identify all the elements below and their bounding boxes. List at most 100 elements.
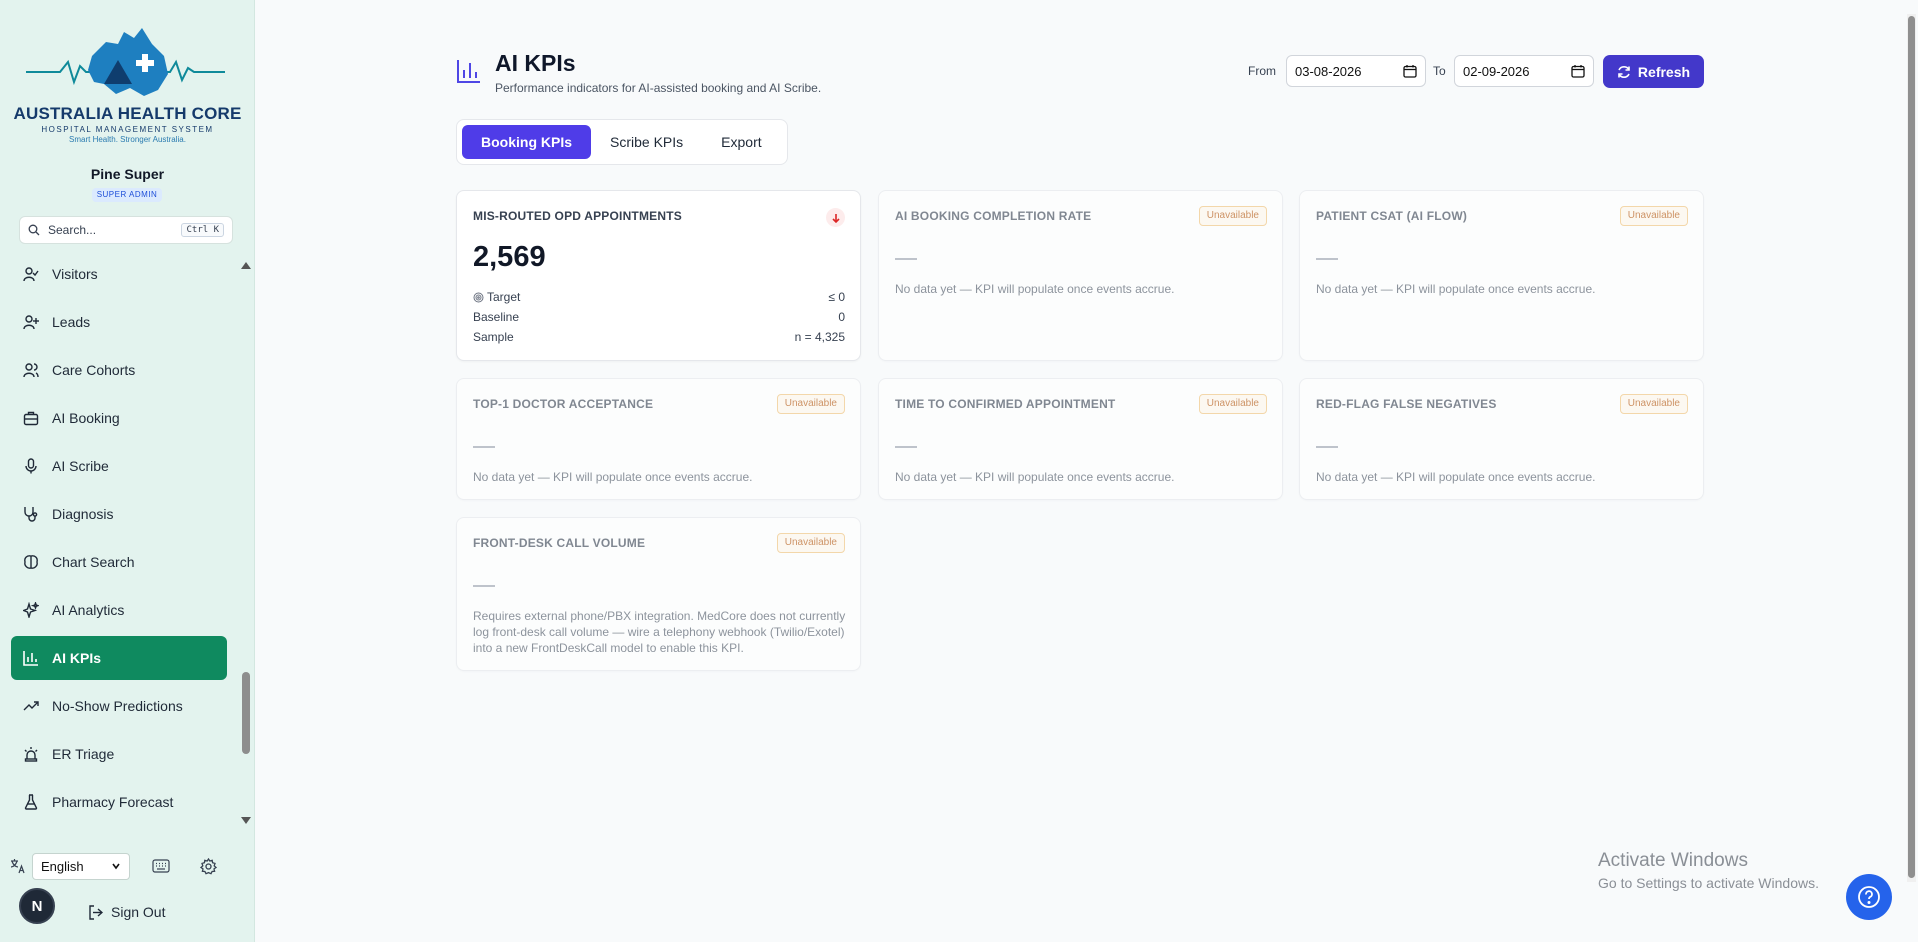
sidebar-scrollbar[interactable]: [241, 262, 251, 824]
sidebar-item-pharmacy-forecast[interactable]: Pharmacy Forecast: [11, 780, 227, 824]
tab-export[interactable]: Export: [702, 125, 780, 159]
search-icon: [28, 224, 40, 236]
baseline-label: Baseline: [473, 310, 520, 324]
briefcase-icon: [23, 411, 39, 426]
sidebar-item-ai-booking[interactable]: AI Booking: [11, 396, 227, 440]
status-badge: Unavailable: [776, 394, 845, 414]
chevron-down-icon: [112, 863, 120, 870]
sidebar-item-label: Chart Search: [52, 554, 135, 570]
calendar-icon[interactable]: [1571, 64, 1585, 78]
sidebar-item-no-show-predictions[interactable]: No-Show Predictions: [11, 684, 227, 728]
avatar[interactable]: N: [19, 888, 55, 924]
watermark-line1: Activate Windows: [1598, 850, 1748, 871]
page-scrollbar[interactable]: [1907, 14, 1916, 882]
brand-tagline: Smart Health. Stronger Australia.: [69, 135, 186, 144]
to-date-input[interactable]: 02-09-2026: [1454, 55, 1594, 87]
sidebar-item-label: Leads: [52, 314, 91, 330]
sidebar-item-label: Pharmacy Forecast: [52, 794, 174, 810]
to-date-value: 02-09-2026: [1463, 63, 1530, 79]
sidebar-item-er-triage[interactable]: ER Triage: [11, 732, 227, 776]
tab-scribe-kpis[interactable]: Scribe KPIs: [591, 125, 702, 159]
help-icon: [1858, 886, 1880, 908]
status-badge: Unavailable: [1198, 394, 1267, 414]
kpi-value: 2,569: [473, 241, 546, 273]
brain-icon: [24, 555, 38, 569]
stethoscope-icon: [24, 507, 38, 522]
sidebar-item-label: AI Scribe: [52, 458, 109, 474]
sidebar-search[interactable]: Search... Ctrl K: [19, 216, 233, 244]
sidebar-scroll-thumb[interactable]: [242, 672, 250, 754]
microphone-icon: [25, 458, 37, 474]
kpi-card-patient-csat: PATIENT CSAT (AI FLOW) Unavailable No da…: [1299, 190, 1704, 361]
sidebar-item-label: ER Triage: [52, 746, 115, 762]
status-badge: Unavailable: [776, 533, 845, 553]
user-name: Pine Super: [90, 166, 165, 182]
empty-value-dash: [1316, 446, 1338, 448]
sidebar-item-ai-kpis[interactable]: AI KPIs: [11, 636, 227, 680]
kpi-card-red-flag-false-negatives: RED-FLAG FALSE NEGATIVES Unavailable No …: [1299, 378, 1704, 500]
status-badge: Unavailable: [1619, 206, 1688, 226]
flask-icon: [24, 794, 38, 810]
sidebar-item-leads[interactable]: Leads: [11, 300, 227, 344]
kpi-tabs: Booking KPIs Scribe KPIs Export: [456, 119, 788, 165]
empty-value-dash: [895, 446, 917, 448]
from-date-value: 03-08-2026: [1295, 63, 1362, 79]
scroll-up-arrow[interactable]: [241, 262, 251, 269]
sign-out-label: Sign Out: [111, 904, 166, 920]
sidebar-item-ai-analytics[interactable]: AI Analytics: [11, 588, 227, 632]
kpi-title: TOP-1 DOCTOR ACCEPTANCE: [473, 397, 654, 411]
kpi-empty-message: No data yet — KPI will populate once eve…: [895, 282, 1175, 296]
refresh-button[interactable]: Refresh: [1603, 55, 1704, 88]
gear-icon[interactable]: [200, 857, 217, 875]
sidebar-item-care-cohorts[interactable]: Care Cohorts: [11, 348, 227, 392]
user-check-icon: [23, 267, 39, 282]
search-shortcut: Ctrl K: [181, 223, 224, 237]
user-plus-icon: [23, 315, 39, 330]
sidebar-footer-controls: English: [10, 852, 245, 880]
sparkles-icon: [23, 602, 39, 618]
kpi-sample-row: Sample n = 4,325: [473, 330, 845, 344]
tab-booking-kpis[interactable]: Booking KPIs: [462, 125, 592, 159]
calendar-icon[interactable]: [1403, 64, 1417, 78]
kpi-card-misrouted: MIS-ROUTED OPD APPOINTMENTS 2,569 Target…: [456, 190, 861, 361]
translate-icon: [10, 859, 25, 874]
keyboard-icon[interactable]: [152, 859, 170, 873]
sign-out-button[interactable]: Sign Out: [88, 904, 165, 920]
language-select[interactable]: English: [32, 852, 130, 880]
scroll-down-arrow[interactable]: [241, 817, 251, 824]
kpi-empty-message: No data yet — KPI will populate once eve…: [473, 470, 753, 484]
kpi-title: PATIENT CSAT (AI FLOW): [1316, 209, 1468, 223]
kpi-card-time-to-confirmed: TIME TO CONFIRMED APPOINTMENT Unavailabl…: [878, 378, 1283, 500]
kpi-target-row: Target ≤ 0: [473, 290, 845, 304]
page-scroll-thumb[interactable]: [1908, 16, 1915, 878]
target-label: Target: [487, 290, 521, 304]
status-badge: Unavailable: [1619, 394, 1688, 414]
refresh-label: Refresh: [1637, 63, 1691, 80]
empty-value-dash: [473, 585, 495, 587]
windows-activation-watermark: Activate Windows Go to Settings to activ…: [1598, 850, 1819, 891]
bar-chart-icon: [457, 60, 480, 83]
kpi-title: RED-FLAG FALSE NEGATIVES: [1316, 397, 1497, 411]
sidebar-item-ai-scribe[interactable]: AI Scribe: [11, 444, 227, 488]
kpi-title: TIME TO CONFIRMED APPOINTMENT: [895, 397, 1116, 411]
sidebar-item-chart-search[interactable]: Chart Search: [11, 540, 227, 584]
brand-name: AUSTRALIA HEALTH CORE: [13, 104, 242, 123]
from-date-input[interactable]: 03-08-2026: [1286, 55, 1426, 87]
kpi-title: AI BOOKING COMPLETION RATE: [895, 209, 1092, 223]
brand-subtitle: HOSPITAL MANAGEMENT SYSTEM: [41, 125, 214, 134]
sidebar-item-label: No-Show Predictions: [52, 698, 183, 714]
kpi-empty-message: No data yet — KPI will populate once eve…: [1316, 470, 1596, 484]
empty-value-dash: [895, 258, 917, 260]
sidebar: AUSTRALIA HEALTH CORE HOSPITAL MANAGEMEN…: [0, 0, 255, 942]
baseline-value: 0: [838, 310, 845, 324]
kpi-title: FRONT-DESK CALL VOLUME: [473, 536, 646, 550]
sidebar-item-label: AI Booking: [52, 410, 120, 426]
sidebar-item-visitors[interactable]: Visitors: [11, 252, 227, 296]
status-badge: Unavailable: [1198, 206, 1267, 226]
sidebar-item-diagnosis[interactable]: Diagnosis: [11, 492, 227, 536]
refresh-icon: [1618, 65, 1630, 78]
help-button[interactable]: [1846, 874, 1892, 920]
users-icon: [23, 363, 39, 378]
kpi-card-front-desk-call-volume: FRONT-DESK CALL VOLUME Unavailable Requi…: [456, 517, 861, 671]
kpi-title: MIS-ROUTED OPD APPOINTMENTS: [473, 209, 682, 223]
